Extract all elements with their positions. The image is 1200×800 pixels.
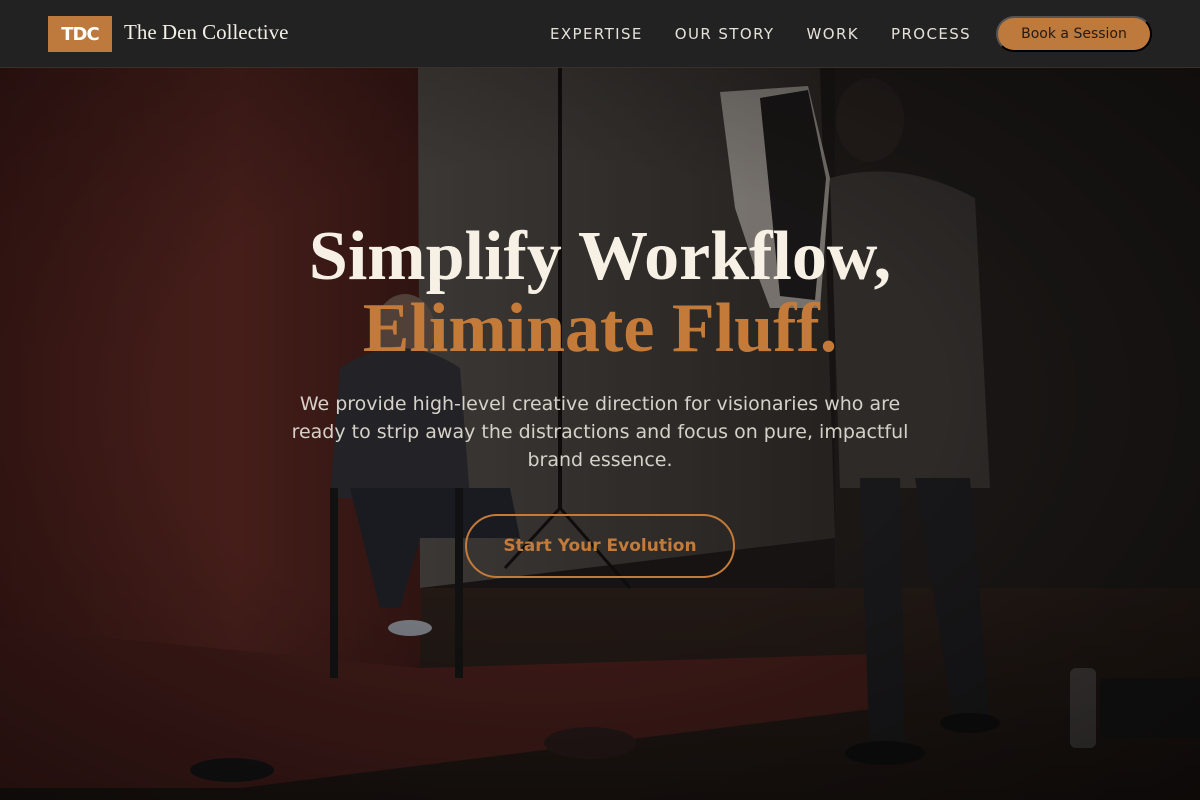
logo-badge[interactable]: TDC	[48, 16, 112, 52]
book-session-button[interactable]: Book a Session	[996, 16, 1152, 52]
nav-link-expertise[interactable]: EXPERTISE	[550, 25, 643, 43]
hero-lead-text: We provide high-level creative direction…	[291, 393, 909, 471]
brand-name[interactable]: The Den Collective	[124, 20, 288, 45]
nav-link-work[interactable]: WORK	[807, 25, 860, 43]
nav-link-our-story[interactable]: OUR STORY	[675, 25, 775, 43]
nav-link-process[interactable]: PROCESS	[891, 25, 971, 43]
nav-links: EXPERTISE OUR STORY WORK PROCESS	[534, 0, 987, 68]
hero-content: Simplify Workflow, Eliminate Fluff. We p…	[0, 68, 1200, 800]
hero-section: Simplify Workflow, Eliminate Fluff. We p…	[0, 68, 1200, 800]
top-navigation: TDC The Den Collective EXPERTISE OUR STO…	[0, 0, 1200, 68]
start-evolution-button[interactable]: Start Your Evolution	[465, 514, 735, 578]
hero-headline-line1: Simplify Workflow,	[308, 218, 892, 295]
hero-headline-line2: Eliminate Fluff.	[362, 290, 838, 367]
